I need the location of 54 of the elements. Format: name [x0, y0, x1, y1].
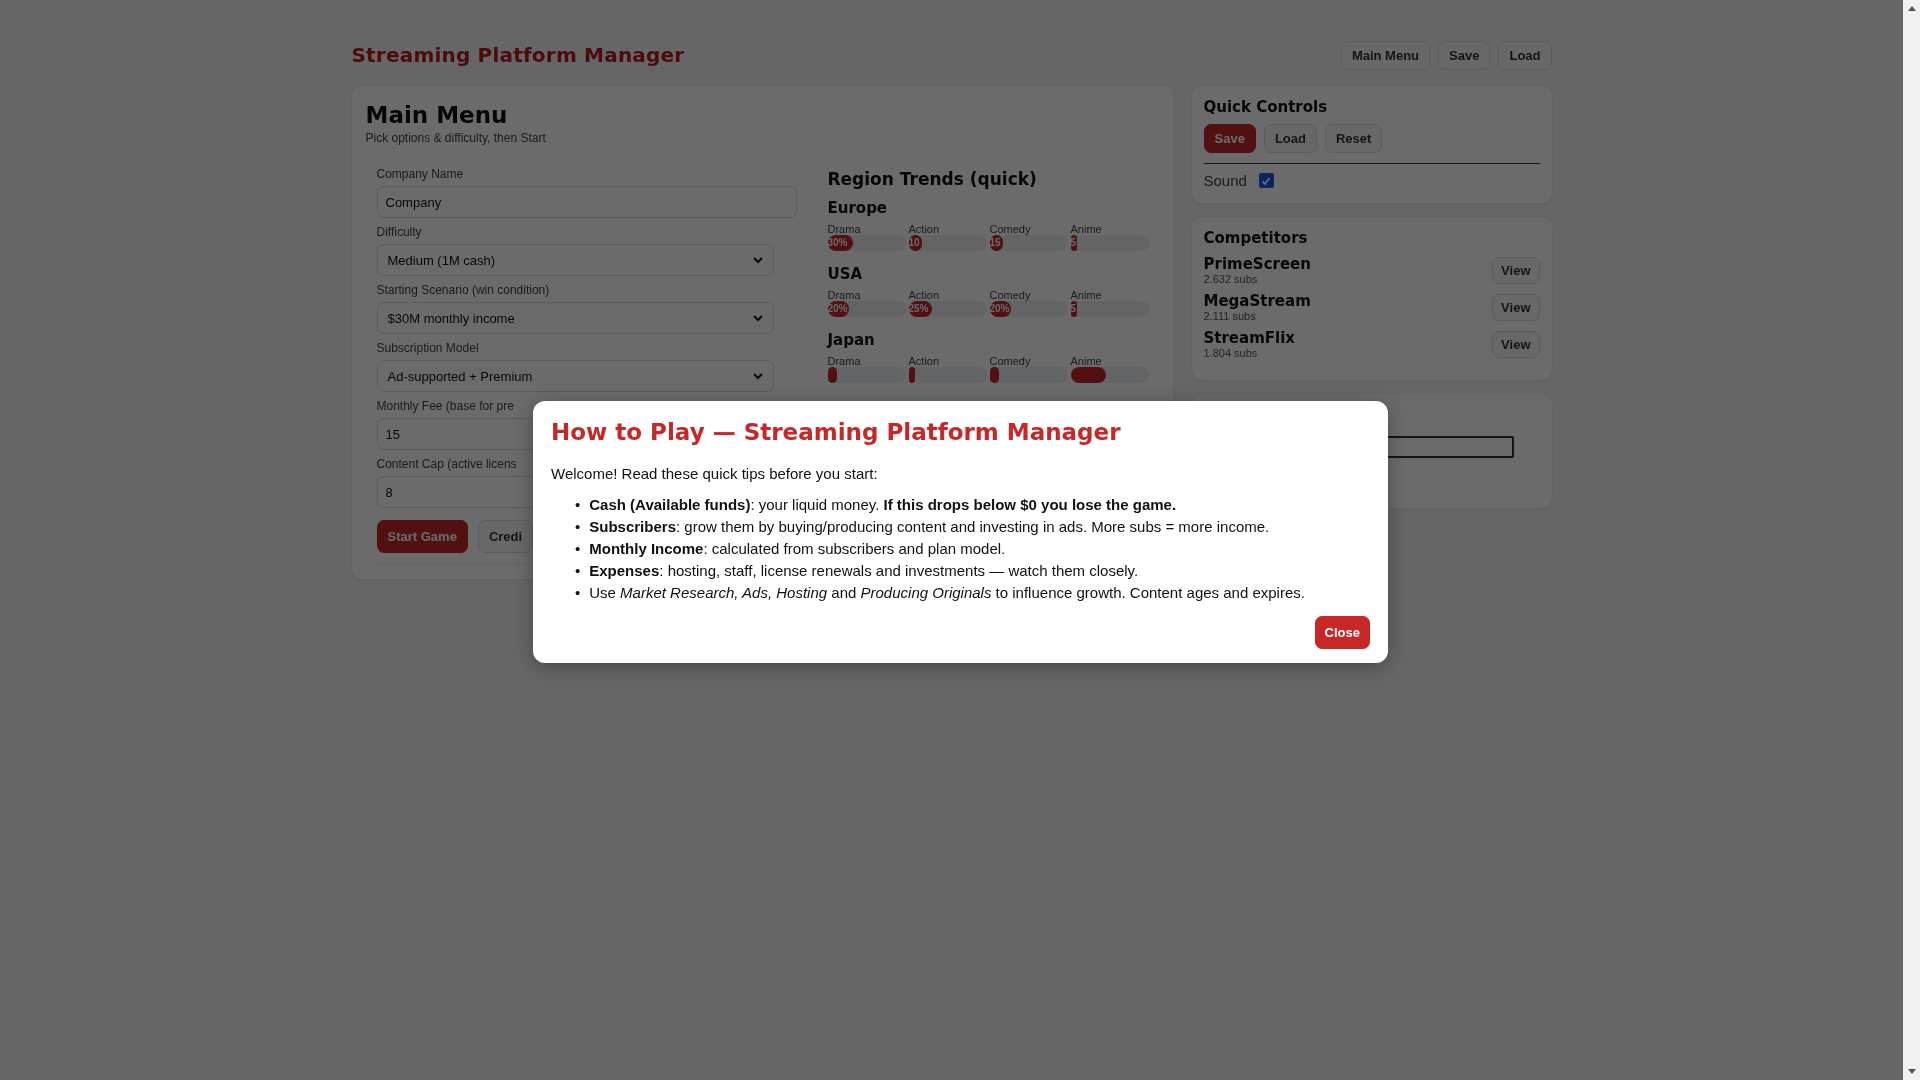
- genre-label: Action: [908, 223, 941, 235]
- tip-text: Use Market Research, Ads, Hosting and Producing Originals to influence growth. Content ages and expires.: [589, 584, 1305, 602]
- genre-label: Anime: [1070, 289, 1103, 301]
- competitor-subs: 2.111 subs: [1203, 310, 1257, 322]
- main-menu-subtitle: Pick options & difficulty, then Start: [365, 131, 547, 145]
- trend-bar-fill: 5: [1070, 235, 1077, 251]
- field-label: Company Name: [376, 167, 465, 181]
- card-title: Competitors: [1203, 229, 1309, 247]
- field-label: Starting Scenario (win condition): [376, 283, 551, 297]
- trend-bar-fill: 15: [989, 235, 1003, 251]
- region-name: Japan: [827, 331, 876, 349]
- genre-label: Comedy: [989, 355, 1032, 367]
- bullet-point: •: [575, 496, 581, 514]
- tip-text: Monthly Income: calculated from subscribers and plan model.: [589, 540, 1006, 558]
- genre-label: Drama: [827, 355, 862, 367]
- genre-label: Comedy: [989, 223, 1032, 235]
- tip-text: Cash (Available funds): your liquid money. If this drops below $0 you lose the game.: [589, 496, 1177, 514]
- region-name: Europe: [827, 199, 889, 217]
- trend-bar-fill: 20%: [827, 301, 849, 317]
- region-name: USA: [827, 265, 864, 283]
- competitor-subs: 1.804 subs: [1203, 347, 1259, 359]
- app-title: Streaming Platform Manager: [351, 43, 685, 67]
- competitor-name: StreamFlix: [1203, 329, 1295, 347]
- bullet-point: •: [575, 540, 581, 558]
- competitor-subs: 2.632 subs: [1203, 273, 1259, 285]
- tip-text: Subscribers: grow them by buying/producing content and investing in ads. More subs = more income.: [589, 518, 1270, 536]
- field-label: Subscription Model: [376, 341, 480, 355]
- dialog-intro: Welcome! Read these quick tips before you start:: [551, 465, 879, 482]
- tip-text: Expenses: hosting, staff, license renewals and investments — watch them closely.: [589, 562, 1139, 580]
- bullet-point: •: [575, 562, 581, 580]
- trend-bar-fill: 25%: [908, 301, 932, 317]
- main-menu-title: Main Menu: [365, 102, 509, 128]
- bullet-point: •: [575, 584, 581, 602]
- competitor-name: PrimeScreen: [1203, 255, 1311, 273]
- sound-label: Sound: [1203, 172, 1247, 189]
- trend-bar-fill: 10: [908, 235, 922, 251]
- trends-title: Region Trends (quick): [827, 169, 1038, 189]
- genre-label: Drama: [827, 289, 862, 301]
- trend-bar-fill: 30%: [827, 235, 854, 251]
- card-title: Quick Controls: [1203, 98, 1329, 116]
- genre-label: Action: [908, 355, 941, 367]
- dialog-title: How to Play — Streaming Platform Manager: [551, 419, 1122, 445]
- competitor-name: MegaStream: [1203, 292, 1311, 310]
- field-label: Difficulty: [376, 225, 423, 239]
- genre-label: Anime: [1070, 223, 1103, 235]
- field-label: Content Cap (active licens: [376, 457, 518, 471]
- genre-label: Comedy: [989, 289, 1032, 301]
- field-label: Monthly Fee (base for pre: [376, 399, 515, 413]
- genre-label: Drama: [827, 223, 862, 235]
- genre-label: Anime: [1070, 355, 1103, 367]
- bullet-point: •: [575, 518, 581, 536]
- trend-bar-fill: 20%: [989, 301, 1011, 317]
- trend-bar-fill: 5: [1070, 301, 1077, 317]
- genre-label: Action: [908, 289, 941, 301]
